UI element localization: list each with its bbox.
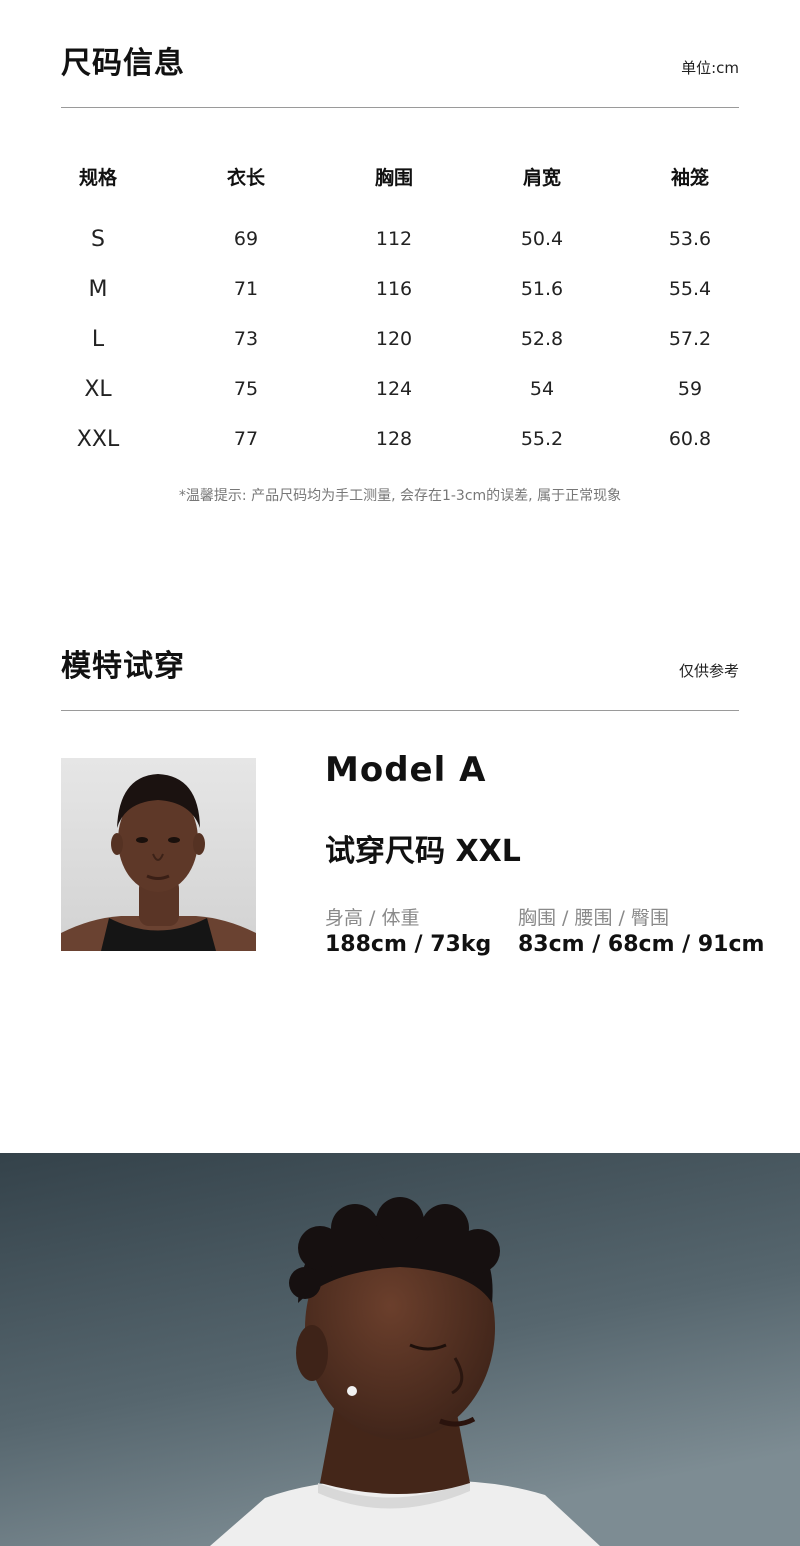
chest-cell: 112 [375,228,413,250]
size-table-header-row: 规格 衣长 胸围 肩宽 袖笼 [24,150,764,202]
height-weight-value: 188cm / 73kg [325,932,492,957]
chest-cell: 116 [375,278,413,300]
chest-cell: 120 [375,328,413,350]
armhole-cell: 57.2 [668,328,712,350]
size-info-header: 尺码信息 单位:cm [61,46,739,98]
shoulder-cell: 54 [529,378,555,400]
chest-cell: 128 [375,428,413,450]
length-cell: 71 [233,278,259,300]
model-hero-image [0,1153,800,1546]
table-row: XL 75 124 54 59 [24,364,764,414]
table-row: M 71 116 51.6 55.4 [24,264,764,314]
model-name: Model A [325,750,487,790]
armhole-cell: 60.8 [668,428,712,450]
shoulder-cell: 52.8 [520,328,564,350]
model-headshot-image [61,758,256,951]
try-on-size: 试穿尺码 XXL [325,834,521,869]
measurement-tip: *温馨提示: 产品尺码均为手工测量, 会存在1-3cm的误差, 属于正常现象 [178,488,622,504]
size-cell: XL [84,376,112,402]
table-row: XXL 77 128 55.2 60.8 [24,414,764,464]
length-cell: 75 [233,378,259,400]
size-info-title: 尺码信息 [61,46,185,81]
model-section-divider [61,710,739,711]
table-row: S 69 112 50.4 53.6 [24,214,764,264]
chest-cell: 124 [375,378,413,400]
size-table-header: 袖笼 [670,166,709,189]
size-table: 规格 衣长 胸围 肩宽 袖笼 S 69 112 50.4 53.6 M 71 1… [24,150,764,464]
unit-label: 单位:cm [681,59,739,77]
armhole-cell: 59 [677,378,703,400]
size-table-header: 衣长 [226,166,265,189]
size-cell: S [91,226,105,252]
size-table-header: 胸围 [374,166,413,189]
size-cell: XXL [76,426,120,452]
shoulder-cell: 51.6 [520,278,564,300]
size-table-header: 规格 [78,166,117,189]
size-cell: L [91,326,105,352]
shoulder-cell: 50.4 [520,228,564,250]
body-measurements-stat: 胸围 / 腰围 / 臀围 83cm / 68cm / 91cm [518,903,764,957]
body-measurements-label: 胸围 / 腰围 / 臀围 [518,907,669,929]
length-cell: 69 [233,228,259,250]
model-section-header: 模特试穿 仅供参考 [61,649,739,701]
armhole-cell: 53.6 [668,228,712,250]
height-weight-label: 身高 / 体重 [325,907,420,929]
table-row: L 73 120 52.8 57.2 [24,314,764,364]
length-cell: 77 [233,428,259,450]
model-section-title: 模特试穿 [61,649,185,684]
length-cell: 73 [233,328,259,350]
reference-note: 仅供参考 [678,662,739,680]
armhole-cell: 55.4 [668,278,712,300]
shoulder-cell: 55.2 [520,428,564,450]
size-table-header: 肩宽 [522,166,561,189]
size-cell: M [88,276,108,302]
size-info-divider [61,107,739,108]
height-weight-stat: 身高 / 体重 188cm / 73kg [325,903,491,957]
body-measurements-value: 83cm / 68cm / 91cm [518,932,765,957]
